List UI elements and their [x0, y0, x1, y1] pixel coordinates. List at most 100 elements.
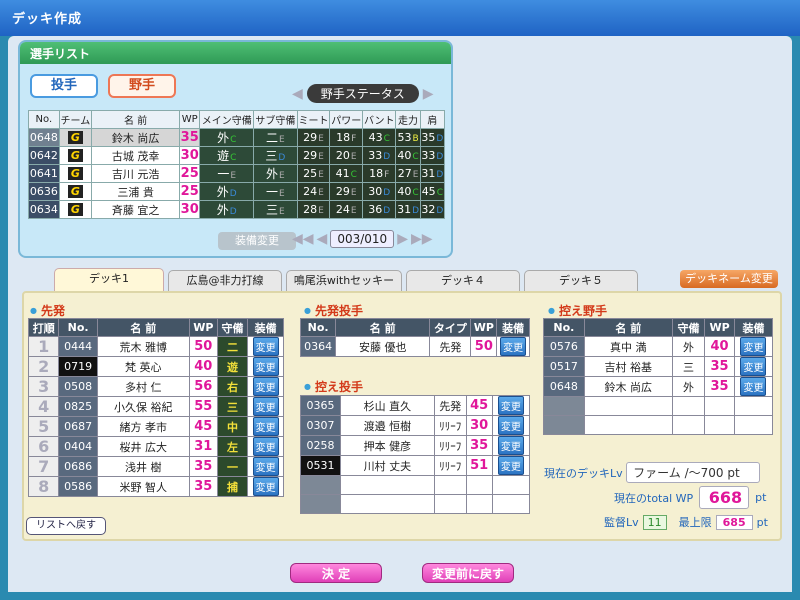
team-logo: G	[58, 164, 93, 183]
player-wp: 25	[179, 182, 201, 201]
equip-cell: 変更	[491, 415, 531, 436]
pitcher-type: ﾘﾘｰﾌ	[433, 435, 467, 456]
position-value: 外	[216, 185, 229, 199]
table-row[interactable]: 8 0586 米野 智人 35 捕変更	[27, 476, 284, 497]
equip-cell: 変更	[491, 395, 531, 416]
table-row[interactable]: 7 0686 浅井 樹 35 一変更	[27, 456, 284, 477]
player-name: 多村 仁	[96, 376, 190, 397]
right-arrow-icon[interactable]: ▶	[423, 86, 434, 102]
tab-deck-5[interactable]: デッキ５	[524, 270, 638, 292]
left-arrow-icon[interactable]: ◀	[292, 86, 303, 102]
change-button[interactable]: 変更	[497, 436, 524, 455]
player-wp: 35	[179, 128, 201, 147]
equip-cell: 変更	[247, 356, 284, 377]
prev-page-icon[interactable]: ◀	[317, 231, 328, 247]
change-button[interactable]: 変更	[252, 337, 279, 356]
table-row[interactable]: 0648 G 鈴木 尚広 35 外C 二E 29E 18F 43C 53B 35D	[28, 128, 446, 147]
table-row[interactable]: 1 0444 荒木 雅博 50 二変更	[27, 336, 284, 357]
stat-value: 41	[335, 167, 350, 180]
first-page-icon[interactable]: ◀◀	[292, 231, 314, 247]
rank-badge: D	[229, 189, 237, 199]
change-button[interactable]: 変更	[252, 397, 279, 416]
total-wp-label: 現在のtotal WP	[614, 491, 694, 505]
player-list-title: 選手リスト	[20, 42, 451, 64]
change-button[interactable]: 変更	[497, 416, 524, 435]
pitcher-tab-button[interactable]: 投手	[30, 74, 98, 98]
confirm-button[interactable]: 決 定	[290, 563, 382, 583]
rename-deck-button[interactable]: デッキネーム変更	[680, 270, 778, 288]
table-row[interactable]: 0576 真中 満外 40 変更	[543, 336, 774, 357]
position: 左	[216, 436, 249, 457]
empty-row[interactable]	[543, 396, 774, 416]
change-button[interactable]: 変更	[252, 437, 279, 456]
change-button[interactable]: 変更	[252, 417, 279, 436]
last-page-icon[interactable]: ▶▶	[411, 231, 433, 247]
change-button[interactable]: 変更	[497, 396, 524, 415]
equip-cell: 変更	[247, 456, 284, 477]
table-row[interactable]: 5 0687 緒方 孝市 45 中変更	[27, 416, 284, 437]
change-button[interactable]: 変更	[252, 377, 279, 396]
change-button[interactable]: 変更	[740, 337, 767, 356]
table-row[interactable]: 3 0508 多村 仁 56 右変更	[27, 376, 284, 397]
table-row[interactable]: 0641 G 吉川 元浩 25 一E 外E 25E 41C 18F 27E 31D	[28, 164, 446, 183]
tab-deck-2[interactable]: 広島@非力打線	[168, 270, 282, 292]
table-row[interactable]: 0258 押本 健彦 ﾘﾘｰﾌ 35 変更	[300, 435, 531, 456]
change-button[interactable]: 変更	[497, 456, 524, 475]
position: 一	[216, 456, 249, 477]
tab-deck-4[interactable]: デッキ４	[406, 270, 520, 292]
stat-cell: 24E	[296, 182, 331, 201]
change-button[interactable]: 変更	[740, 377, 767, 396]
table-row[interactable]: 0642 G 古城 茂幸 30 遊C 三D 29E 20E 33D 40C 33D	[28, 146, 446, 165]
table-row[interactable]: 0648 鈴木 尚広外 35 変更	[543, 376, 774, 397]
change-button[interactable]: 変更	[252, 357, 279, 376]
stat-cell: 40C	[395, 146, 421, 165]
player-wp: 40	[188, 356, 218, 377]
rank-badge: C	[230, 135, 237, 145]
empty-row[interactable]	[543, 415, 774, 435]
empty-row[interactable]	[300, 494, 531, 514]
change-button[interactable]: 変更	[500, 337, 527, 356]
empty-row[interactable]	[300, 475, 531, 495]
equip-change-button[interactable]: 装備変更	[218, 232, 296, 250]
col-header: WP	[704, 318, 735, 337]
tab-deck-3[interactable]: 鳴尾浜withセッキー	[286, 270, 402, 292]
table-row[interactable]: 0365 杉山 直久 先発 45 変更	[300, 395, 531, 416]
fielder-tab-button[interactable]: 野手	[108, 74, 176, 98]
player-wp: 35	[188, 456, 218, 477]
equip-cell: 変更	[491, 435, 531, 456]
table-row[interactable]: 0634 G 斉藤 宜之 30 外D 三E 28E 24E 36D 31D 32D	[28, 200, 446, 219]
team-logo: G	[58, 128, 93, 147]
rank-badge: D	[229, 207, 237, 217]
table-row[interactable]: 0517 吉村 裕基三 35 変更	[543, 356, 774, 377]
empty-cell	[704, 415, 735, 435]
position: 外	[671, 336, 706, 357]
stat-cell: 18F	[329, 128, 364, 147]
equip-cell: 変更	[496, 336, 530, 357]
change-button[interactable]: 変更	[740, 357, 767, 376]
table-row[interactable]: 0531 川村 丈夫 ﾘﾘｰﾌ 51 変更	[300, 455, 531, 476]
revert-button[interactable]: 変更前に戻す	[422, 563, 514, 583]
table-row[interactable]: 6 0404 桜井 広大 31 左変更	[27, 436, 284, 457]
change-button[interactable]: 変更	[252, 457, 279, 476]
table-row[interactable]: 2 0719 梵 英心 40 遊変更	[27, 356, 284, 377]
stat-cell: 25E	[296, 164, 331, 183]
tab-deck-1[interactable]: デッキ1	[54, 268, 164, 292]
table-row[interactable]: 4 0825 小久保 裕紀 55 三変更	[27, 396, 284, 417]
position-value: 二	[266, 131, 279, 145]
stat-value: 25	[303, 167, 318, 180]
batting-order: 2	[27, 356, 60, 377]
stat-value: 18	[369, 167, 384, 180]
player-no: 0531	[300, 455, 341, 476]
table-row[interactable]: 0636 G 三浦 貴 25 外D 一E 24E 29E 30D 40C 45C	[28, 182, 446, 201]
empty-cell	[671, 415, 706, 435]
stat-value: 27	[397, 167, 412, 180]
back-to-list-button[interactable]: リストへ戻す	[26, 517, 106, 535]
stat-value: 45	[421, 185, 436, 198]
table-row[interactable]: 0364 安藤 優也 先発 50 変更	[299, 336, 530, 357]
next-page-icon[interactable]: ▶	[397, 231, 408, 247]
player-no: 0365	[300, 395, 341, 416]
empty-cell	[433, 475, 467, 495]
change-button[interactable]: 変更	[252, 477, 279, 496]
table-row[interactable]: 0307 渡邉 恒樹 ﾘﾘｰﾌ 30 変更	[300, 415, 531, 436]
starting-pitcher-title: 先発投手	[304, 302, 363, 319]
